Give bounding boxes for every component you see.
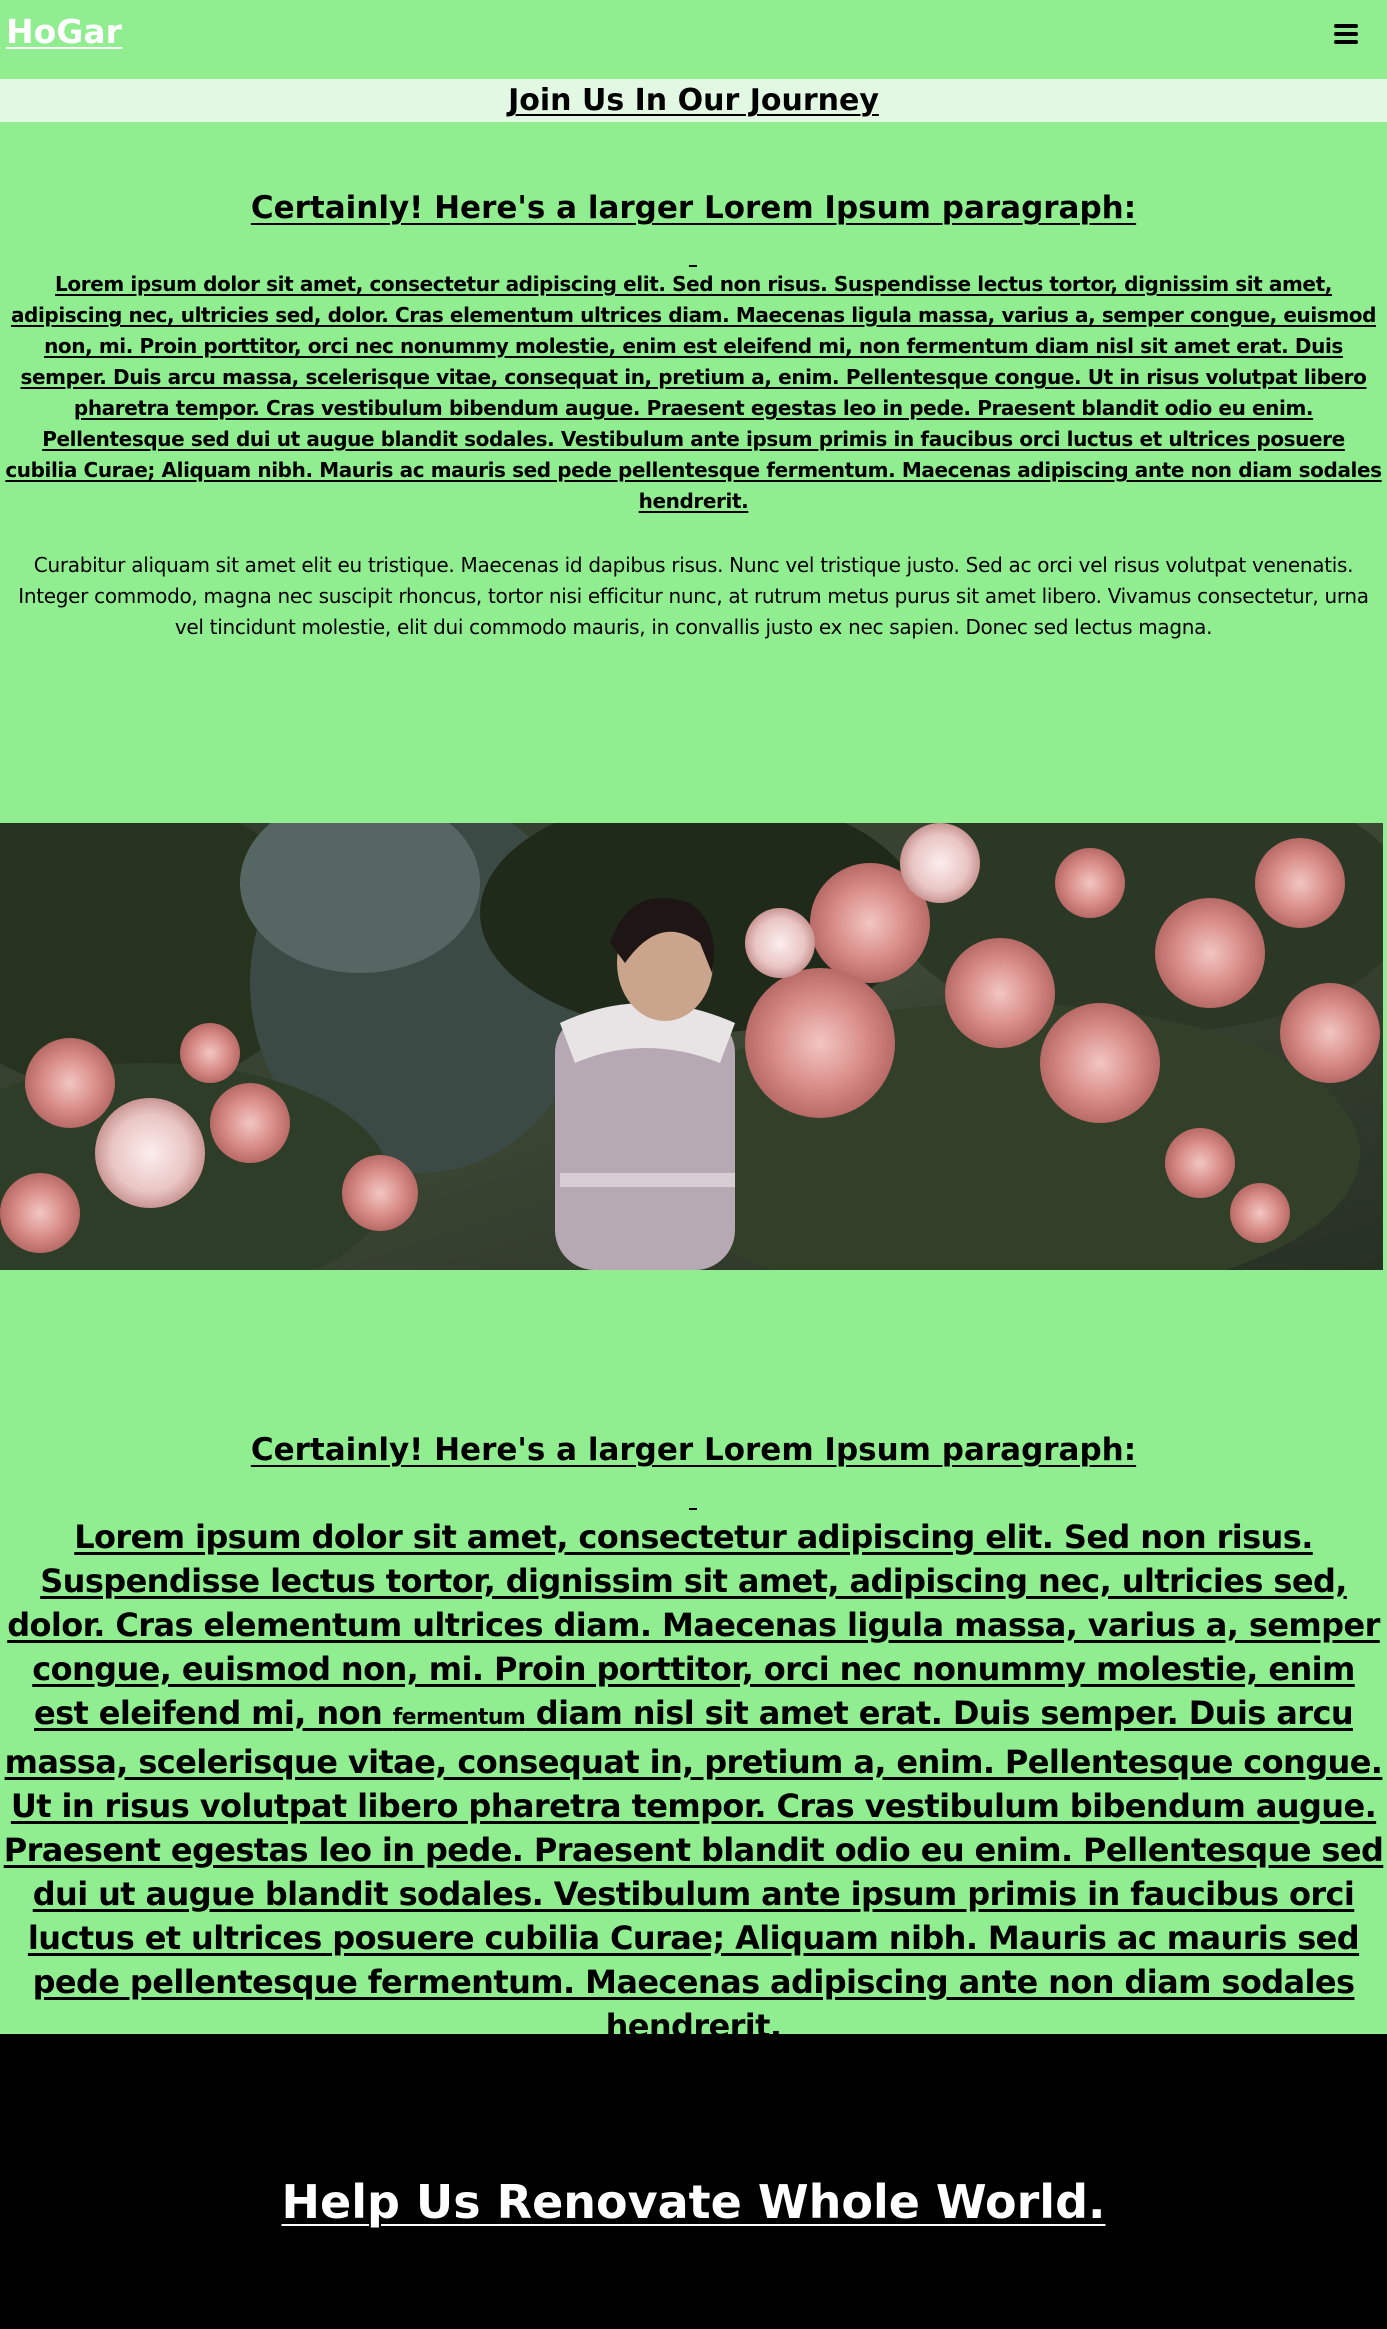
section-heading-2: Certainly! Here's a larger Lorem Ipsum p…: [250, 1432, 1137, 1468]
lorem-paragraph-large: Lorem ipsum dolor sit amet, consectetur …: [0, 1515, 1387, 2048]
footer-title: Help Us Renovate Whole World.: [281, 2175, 1106, 2229]
lorem-text-part-2: diam nisl sit amet erat. Duis semper. Du…: [3, 1694, 1384, 2045]
divider-dash: [689, 1508, 697, 1510]
section-heading-1: Certainly! Here's a larger Lorem Ipsum p…: [250, 190, 1137, 226]
brand-logo-link[interactable]: HoGar: [6, 12, 122, 52]
lorem-text-small: fermentum: [392, 1705, 526, 1730]
divider-dash: [689, 265, 697, 267]
hamburger-menu-icon[interactable]: [1332, 22, 1362, 46]
lorem-paragraph-main: Lorem ipsum dolor sit amet, consectetur …: [5, 272, 1382, 513]
site-header: HoGar: [0, 0, 1387, 78]
site-footer: Help Us Renovate Whole World.: [0, 2034, 1387, 2329]
lorem-paragraph-secondary: Curabitur aliquam sit amet elit eu trist…: [18, 553, 1369, 639]
join-banner: Join Us In Our Journey: [0, 79, 1387, 122]
hero-photo: [0, 823, 1383, 1270]
